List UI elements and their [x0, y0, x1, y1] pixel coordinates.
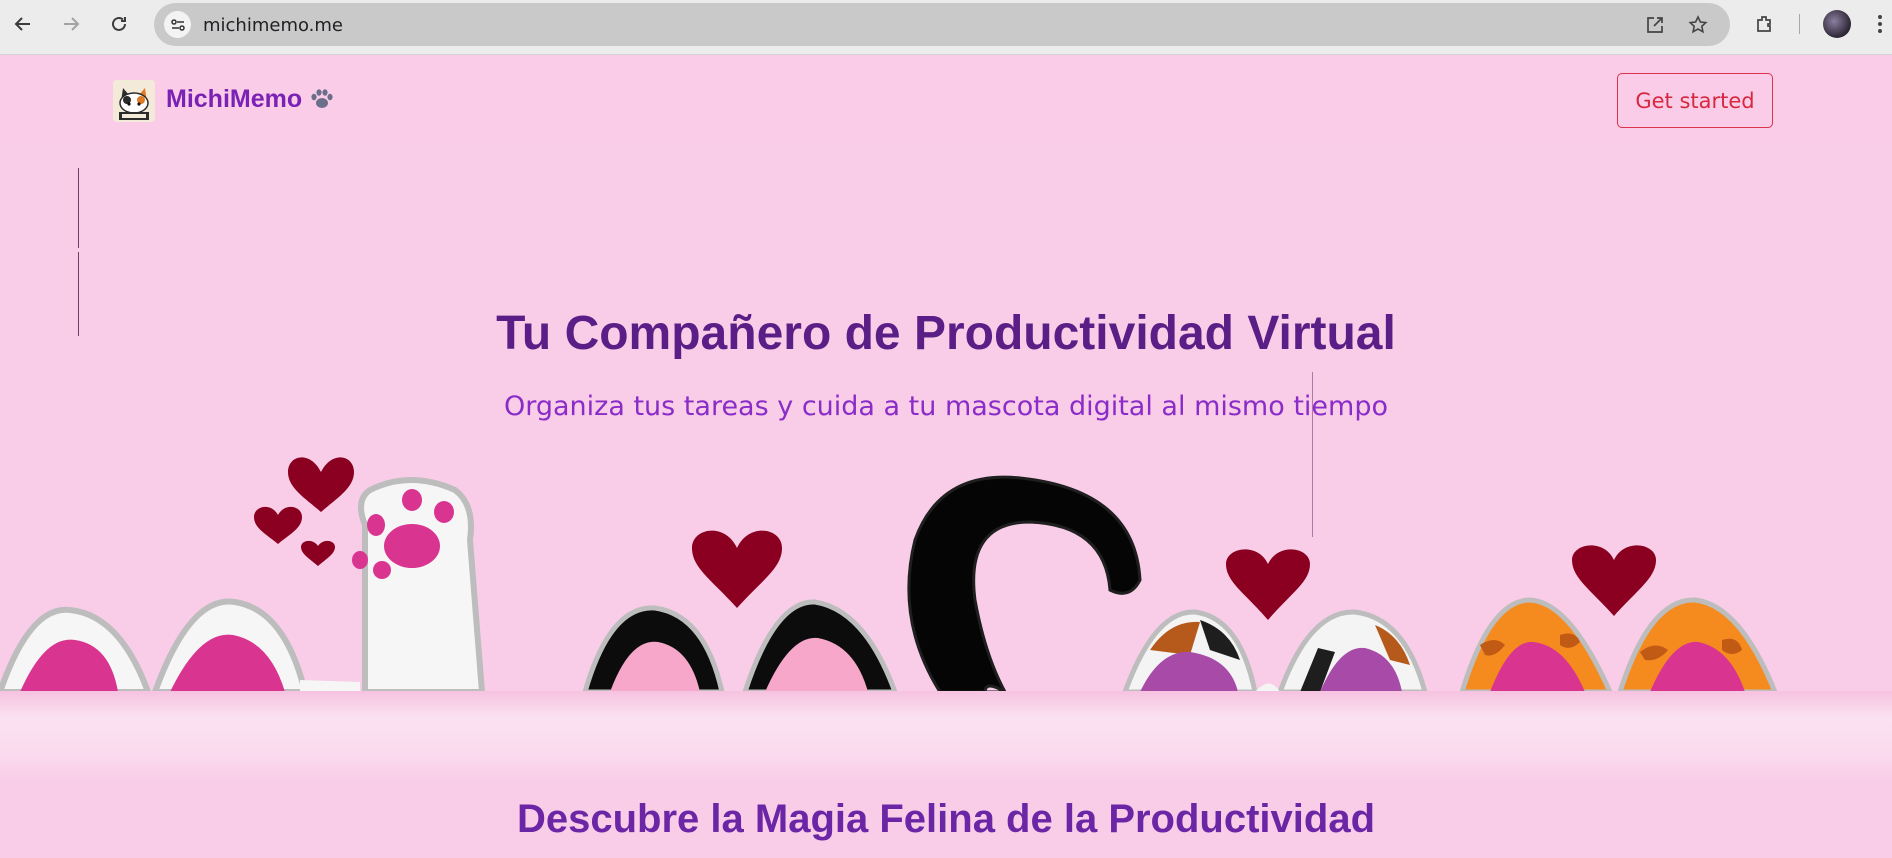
- heart-icon: [692, 530, 782, 608]
- brand-name[interactable]: MichiMemo: [166, 85, 302, 114]
- heart-icon: [288, 457, 354, 512]
- hero-bottom-band: [0, 691, 1892, 781]
- heart-icon: [301, 540, 335, 566]
- calico-cat-ears: [1122, 609, 1428, 692]
- orange-cat-ears: [1459, 597, 1778, 692]
- address-bar[interactable]: michimemo.me: [154, 3, 1730, 46]
- heart-icon: [1572, 545, 1656, 616]
- reload-icon[interactable]: [105, 10, 133, 38]
- get-started-button[interactable]: Get started: [1617, 73, 1773, 128]
- url-text[interactable]: michimemo.me: [203, 15, 343, 36]
- cat-ears-illustration: [0, 457, 1778, 692]
- michimemo-logo[interactable]: [113, 80, 155, 122]
- bookmark-star-icon[interactable]: [1687, 14, 1709, 36]
- black-cat-ears: [582, 599, 898, 692]
- extensions-icon[interactable]: [1753, 12, 1777, 36]
- hero-subtitle: Organiza tus tareas y cuida a tu mascota…: [503, 391, 1388, 422]
- decorative-line: [78, 168, 79, 248]
- white-cat-ears: [0, 598, 360, 692]
- raised-paw: [352, 477, 486, 692]
- features-title: Descubre la Magia Felina de la Productiv…: [516, 797, 1376, 841]
- back-icon[interactable]: [9, 10, 37, 38]
- forward-icon[interactable]: [57, 10, 85, 38]
- toolbar-separator: [1799, 14, 1800, 34]
- browser-toolbar: michimemo.me: [0, 0, 1892, 55]
- hero-title: Tu Compañero de Productividad Virtual: [496, 307, 1396, 360]
- heart-icon: [254, 506, 302, 544]
- site-info-icon[interactable]: [164, 11, 191, 38]
- heart-icon: [1226, 549, 1310, 620]
- paw-icon: [309, 88, 335, 115]
- open-in-app-icon[interactable]: [1644, 14, 1666, 36]
- profile-avatar[interactable]: [1823, 10, 1851, 38]
- site-header: MichiMemo Get started: [0, 55, 1892, 148]
- menu-icon[interactable]: [1874, 12, 1886, 36]
